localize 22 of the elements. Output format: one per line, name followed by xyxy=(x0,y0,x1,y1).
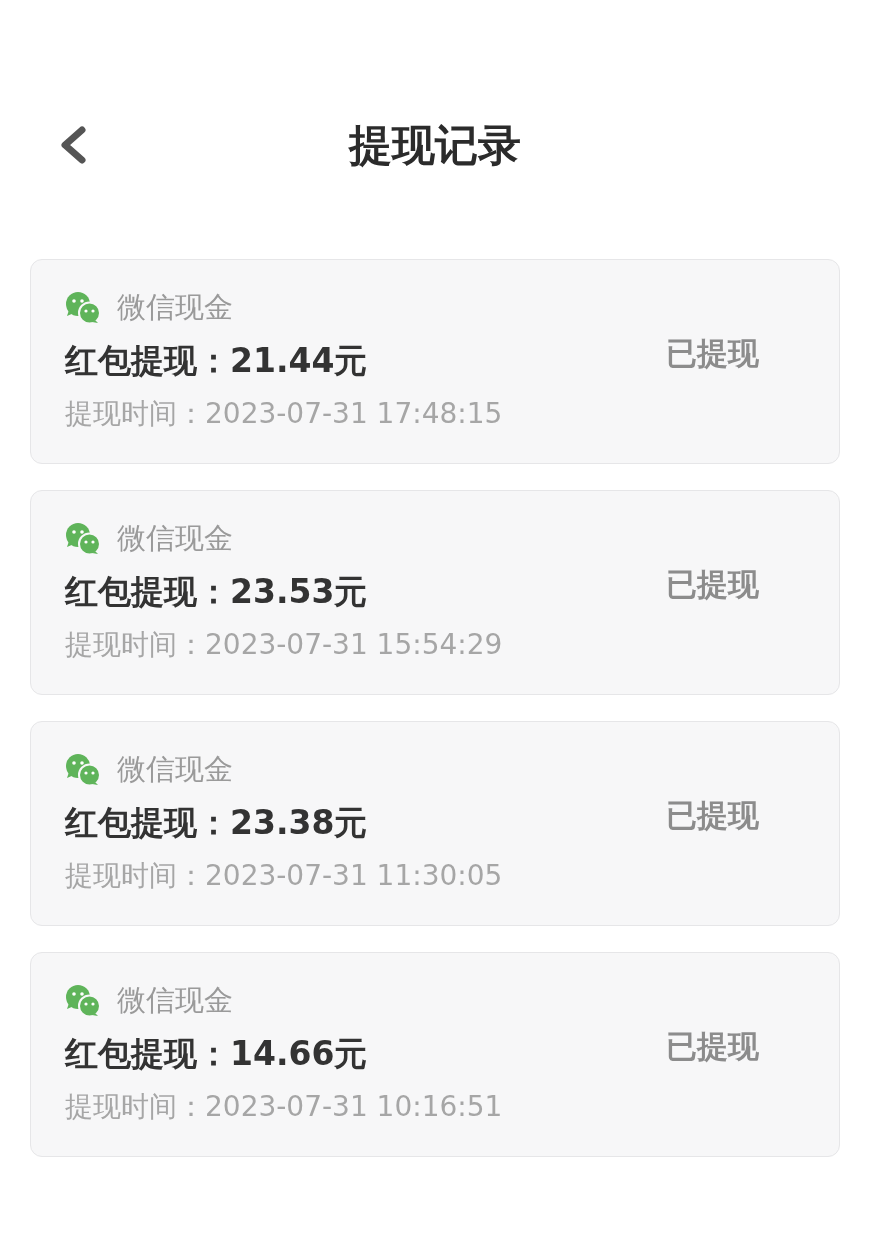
withdrawal-time: 提现时间：2023-07-31 17:48:15 xyxy=(65,396,503,432)
payment-source: 微信现金 xyxy=(117,750,233,788)
withdrawal-status: 已提现 xyxy=(666,795,759,835)
payment-source: 微信现金 xyxy=(117,981,233,1019)
withdrawal-amount: 红包提现：14.66元 xyxy=(65,1033,368,1075)
withdrawal-time: 提现时间：2023-07-31 15:54:29 xyxy=(65,627,503,663)
withdrawal-status: 已提现 xyxy=(666,564,759,604)
chat-bubbles-icon xyxy=(65,291,101,324)
withdrawal-amount: 红包提现：23.38元 xyxy=(65,802,368,844)
withdrawal-amount: 红包提现：21.44元 xyxy=(65,340,368,382)
payment-source: 微信现金 xyxy=(117,288,233,326)
withdrawal-amount: 红包提现：23.53元 xyxy=(65,571,368,613)
withdrawal-time: 提现时间：2023-07-31 11:30:05 xyxy=(65,858,503,894)
withdrawal-status: 已提现 xyxy=(666,333,759,373)
chat-bubbles-icon xyxy=(65,984,101,1017)
withdrawal-time: 提现时间：2023-07-31 10:16:51 xyxy=(65,1089,503,1125)
back-chevron-icon xyxy=(58,126,88,164)
payment-source: 微信现金 xyxy=(117,519,233,557)
page-title: 提现记录 xyxy=(349,119,521,172)
chat-bubbles-icon xyxy=(65,753,101,786)
withdrawal-status: 已提现 xyxy=(666,1026,759,1066)
chat-bubbles-icon xyxy=(65,522,101,555)
